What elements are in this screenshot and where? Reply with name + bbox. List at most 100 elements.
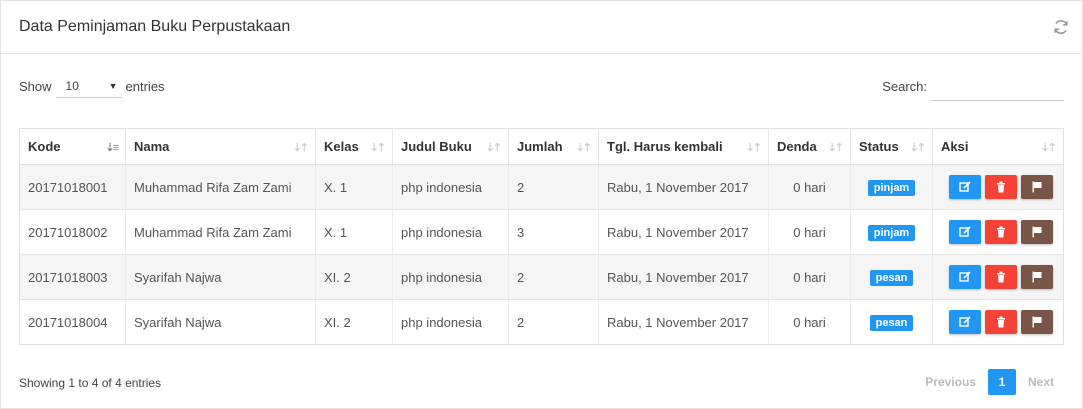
column-header-judul-buku[interactable]: Judul Buku ⇣⇡ — [392, 128, 509, 165]
column-header-status[interactable]: Status ⇣⇡ — [850, 128, 933, 165]
search-label: Search: — [882, 78, 927, 94]
edit-icon — [959, 181, 971, 192]
edit-button[interactable] — [949, 265, 981, 289]
column-header-aksi[interactable]: Aksi ⇣⇡ — [932, 128, 1064, 165]
cell-nama-link[interactable]: Muhammad Rifa Zam Zami — [125, 209, 316, 255]
page-length-control: Show 10 ▼ entries — [19, 74, 165, 98]
column-label: Aksi — [941, 139, 969, 154]
cell-aksi — [932, 209, 1064, 255]
sort-icon: ⇣⇡ — [292, 142, 310, 154]
sort-icon: ⇣⇡ — [827, 142, 845, 154]
loans-table: Kode ⇣≡ Nama ⇣⇡ Kelas ⇣⇡ Judul Buku ⇣⇡ Jumla… — [19, 128, 1064, 345]
edit-icon — [959, 271, 971, 282]
delete-button[interactable] — [985, 265, 1017, 289]
cell-kelas: X. 1 — [315, 164, 393, 210]
column-header-nama[interactable]: Nama ⇣⇡ — [125, 128, 316, 165]
column-header-tgl[interactable]: Tgl. Harus kembali ⇣⇡ — [598, 128, 769, 165]
column-label: Nama — [134, 139, 170, 154]
cell-denda: 0 hari — [768, 209, 851, 255]
cell-kelas: XI. 2 — [315, 254, 393, 300]
cell-kelas: X. 1 — [315, 209, 393, 255]
table-info: Showing 1 to 4 of 4 entries — [19, 376, 162, 390]
flag-icon — [1032, 181, 1042, 193]
cell-judul-link[interactable]: php indonesia — [392, 254, 509, 300]
cell-aksi — [932, 164, 1064, 210]
cell-tgl: Rabu, 1 November 2017 — [598, 254, 769, 300]
sort-icon: ⇣≡ — [105, 142, 119, 154]
search-control: Search: — [882, 74, 1064, 101]
cell-tgl: Rabu, 1 November 2017 — [598, 209, 769, 255]
cell-status: pinjam — [850, 209, 933, 255]
sort-icon: ⇣⇡ — [909, 142, 927, 154]
refresh-icon[interactable] — [1052, 18, 1070, 36]
sort-icon: ⇣⇡ — [369, 142, 387, 154]
column-header-kode[interactable]: Kode ⇣≡ — [19, 128, 126, 165]
cell-status: pinjam — [850, 164, 933, 210]
column-label: Tgl. Harus kembali — [607, 139, 723, 154]
edit-icon — [959, 226, 971, 237]
row-actions — [941, 175, 1055, 199]
column-label: Denda — [777, 139, 817, 154]
cell-kode: 20171018002 — [19, 209, 126, 255]
cell-judul-link[interactable]: php indonesia — [392, 164, 509, 210]
page-length-select[interactable]: 10 ▼ — [55, 74, 122, 98]
column-label: Status — [859, 139, 899, 154]
page-length-value: 10 — [65, 78, 79, 93]
cell-judul-link[interactable]: php indonesia — [392, 209, 509, 255]
cell-kode: 20171018004 — [19, 299, 126, 345]
next-page-button[interactable]: Next — [1018, 375, 1064, 389]
flag-icon — [1032, 226, 1042, 238]
edit-button[interactable] — [949, 220, 981, 244]
flag-button[interactable] — [1021, 265, 1053, 289]
cell-aksi — [932, 299, 1064, 345]
column-label: Jumlah — [517, 139, 563, 154]
row-actions — [941, 265, 1055, 289]
cell-nama-link[interactable]: Syarifah Najwa — [125, 299, 316, 345]
page-button-1[interactable]: 1 — [987, 369, 1016, 395]
column-label: Judul Buku — [401, 139, 472, 154]
row-actions — [941, 220, 1055, 244]
status-badge: pinjam — [867, 179, 916, 196]
trash-icon — [997, 316, 1005, 328]
cell-nama-link[interactable]: Syarifah Najwa — [125, 254, 316, 300]
panel-title: Data Peminjaman Buku Perpustakaan — [19, 18, 291, 35]
trash-icon — [997, 226, 1005, 238]
cell-status: pesan — [850, 299, 933, 345]
flag-button[interactable] — [1021, 175, 1053, 199]
column-header-kelas[interactable]: Kelas ⇣⇡ — [315, 128, 393, 165]
cell-jumlah: 2 — [508, 254, 599, 300]
edit-button[interactable] — [949, 310, 981, 334]
data-panel: Data Peminjaman Buku Perpustakaan Show 1… — [0, 0, 1083, 409]
edit-icon — [959, 316, 971, 327]
column-header-denda[interactable]: Denda ⇣⇡ — [768, 128, 851, 165]
trash-icon — [997, 181, 1005, 193]
status-badge: pinjam — [867, 224, 916, 241]
cell-judul-link[interactable]: php indonesia — [392, 299, 509, 345]
row-actions — [941, 310, 1055, 334]
cell-tgl: Rabu, 1 November 2017 — [598, 164, 769, 210]
cell-denda: 0 hari — [768, 299, 851, 345]
cell-denda: 0 hari — [768, 164, 851, 210]
flag-button[interactable] — [1021, 220, 1053, 244]
flag-icon — [1032, 271, 1042, 283]
delete-button[interactable] — [985, 310, 1017, 334]
cell-jumlah: 2 — [508, 164, 599, 210]
search-input[interactable] — [931, 77, 1064, 101]
cell-nama-link[interactable]: Muhammad Rifa Zam Zami — [125, 164, 316, 210]
table-row: 20171018004 Syarifah Najwa XI. 2 php ind… — [19, 299, 1064, 345]
table-row: 20171018001 Muhammad Rifa Zam Zami X. 1 … — [19, 164, 1064, 210]
status-badge: pesan — [869, 269, 914, 286]
column-label: Kelas — [324, 139, 359, 154]
previous-page-button[interactable]: Previous — [915, 375, 986, 389]
trash-icon — [997, 271, 1005, 283]
cell-kode: 20171018001 — [19, 164, 126, 210]
column-header-jumlah[interactable]: Jumlah ⇣⇡ — [508, 128, 599, 165]
delete-button[interactable] — [985, 175, 1017, 199]
delete-button[interactable] — [985, 220, 1017, 244]
cell-aksi — [932, 254, 1064, 300]
chevron-down-icon: ▼ — [108, 80, 118, 91]
sort-icon: ⇣⇡ — [745, 142, 763, 154]
flag-button[interactable] — [1021, 310, 1053, 334]
column-label: Kode — [28, 139, 61, 154]
edit-button[interactable] — [949, 175, 981, 199]
